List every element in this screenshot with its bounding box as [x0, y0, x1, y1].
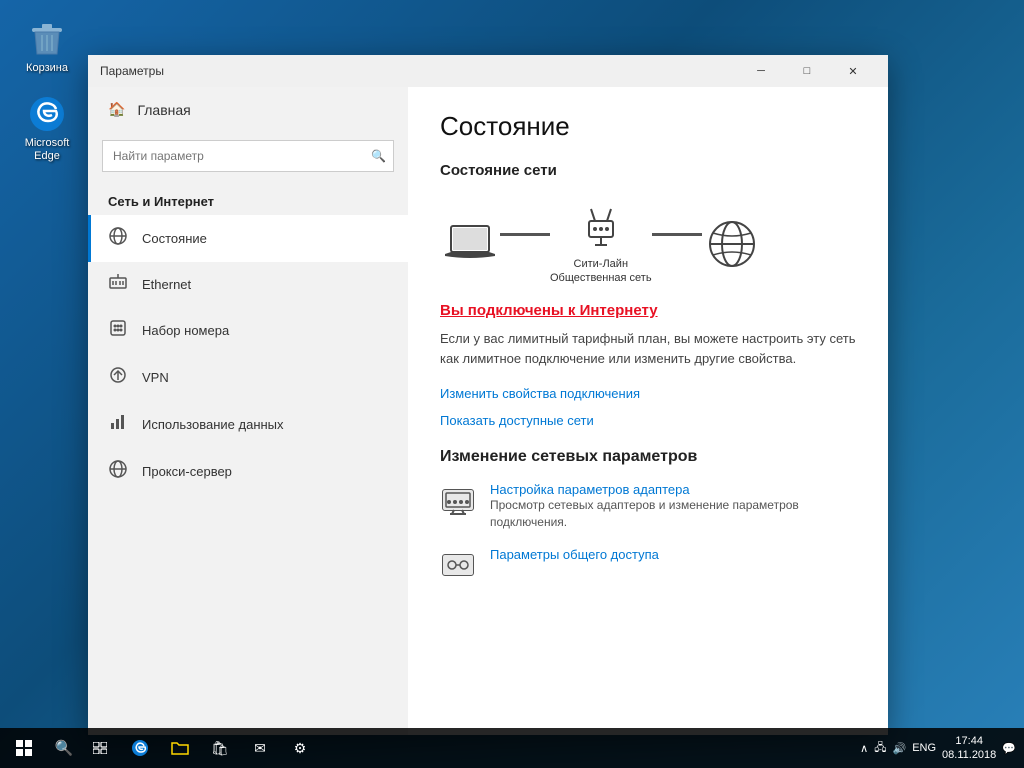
connected-text: Вы подключены к Интернету — [440, 302, 856, 329]
adapter-title[interactable]: Настройка параметров адаптера — [490, 482, 830, 497]
status-icon — [108, 227, 128, 250]
home-icon: 🏠 — [108, 101, 125, 118]
adapter-icon — [440, 482, 476, 518]
taskbar-clock: 17:44 08.11.2018 — [942, 734, 996, 763]
net-line-2 — [652, 233, 702, 236]
adapter-desc: Просмотр сетевых адаптеров и изменение п… — [490, 497, 830, 531]
sidebar-search-container: 🔍 — [102, 140, 394, 172]
recycle-bin-icon — [27, 19, 67, 59]
network-status-title: Состояние сети — [440, 162, 856, 179]
taskbar-date-value: 08.11.2018 — [942, 748, 996, 762]
edge-taskbar-button[interactable] — [120, 728, 160, 768]
ethernet-icon — [108, 274, 128, 295]
vpn-icon — [108, 366, 128, 389]
sidebar-item-ethernet[interactable]: Ethernet — [88, 262, 408, 307]
maximize-button[interactable]: □ — [784, 55, 830, 87]
sidebar-home[interactable]: 🏠 Главная — [88, 87, 408, 132]
sidebar: 🏠 Главная 🔍 Сеть и Интернет Состояние — [88, 87, 408, 735]
desktop-icon-edge[interactable]: Microsoft Edge — [12, 90, 82, 167]
window-controls: ─ □ ✕ — [738, 55, 876, 87]
laptop-icon — [440, 219, 500, 269]
sidebar-item-label-vpn: VPN — [142, 370, 169, 385]
adapter-settings-item: Настройка параметров адаптера Просмотр с… — [440, 482, 856, 531]
router-device: Сити-Лайн Общественная сеть — [550, 203, 652, 286]
home-label: Главная — [137, 102, 190, 118]
taskbar-right: ∧ 🖧 🔊 ENG 17:44 08.11.2018 💬 — [860, 734, 1024, 763]
settings-taskbar-button[interactable]: ⚙ — [280, 728, 320, 768]
taskbar-notification[interactable]: 💬 — [1002, 742, 1016, 755]
taskbar: 🔍 🛍 ✉ ⚙ ∧ 🖧 🔊 ENG 17:44 08.11.2018 💬 — [0, 728, 1024, 768]
start-button[interactable] — [0, 728, 48, 768]
sidebar-item-dialup[interactable]: Набор номера — [88, 307, 408, 354]
edge-label: Microsoft Edge — [16, 137, 78, 163]
sidebar-item-status[interactable]: Состояние — [88, 215, 408, 262]
adapter-text: Настройка параметров адаптера Просмотр с… — [490, 482, 830, 531]
taskbar-lang: ENG — [912, 742, 936, 754]
mail-taskbar-button[interactable]: ✉ — [240, 728, 280, 768]
close-button[interactable]: ✕ — [830, 55, 876, 87]
section-divider: Изменение сетевых параметров — [440, 448, 856, 583]
window-title: Параметры — [100, 64, 738, 78]
info-text: Если у вас лимитный тарифный план, вы мо… — [440, 329, 856, 371]
window-titlebar: Параметры ─ □ ✕ — [88, 55, 888, 87]
change-properties-link[interactable]: Изменить свойства подключения — [440, 386, 856, 401]
taskbar-arrow-up[interactable]: ∧ — [860, 742, 868, 755]
taskbar-volume-icon: 🔊 — [893, 742, 907, 755]
search-icon: 🔍 — [371, 149, 386, 163]
window-body: 🏠 Главная 🔍 Сеть и Интернет Состояние — [88, 87, 888, 735]
change-section-title: Изменение сетевых параметров — [440, 448, 856, 466]
show-networks-link[interactable]: Показать доступные сети — [440, 413, 856, 428]
page-title: Состояние — [440, 111, 856, 142]
sidebar-item-vpn[interactable]: VPN — [88, 354, 408, 401]
search-input[interactable] — [102, 140, 394, 172]
desktop-icon-recycle-bin[interactable]: Корзина — [12, 15, 82, 79]
laptop-device — [440, 219, 500, 269]
taskbar-network-icon: 🖧 — [874, 739, 886, 758]
sidebar-item-label-data-usage: Использование данных — [142, 417, 284, 432]
recycle-bin-label: Корзина — [26, 62, 68, 75]
sidebar-item-proxy[interactable]: Прокси-сервер — [88, 448, 408, 495]
settings-window: Параметры ─ □ ✕ 🏠 Главная 🔍 — [88, 55, 888, 735]
content-area: Состояние Состояние сети — [408, 87, 888, 735]
edge-icon — [27, 94, 67, 134]
network-diagram: Сити-Лайн Общественная сеть — [440, 195, 856, 294]
desktop: Корзина Microsoft Edge Параметры ─ □ ✕ — [0, 0, 1024, 768]
sidebar-item-label-dialup: Набор номера — [142, 323, 229, 338]
taskbar-search-button[interactable]: 🔍 — [48, 728, 80, 768]
sharing-settings-item: Параметры общего доступа — [440, 547, 856, 583]
sidebar-item-label-proxy: Прокси-сервер — [142, 464, 232, 479]
minimize-button[interactable]: ─ — [738, 55, 784, 87]
router-icon — [571, 203, 631, 253]
sidebar-item-label-status: Состояние — [142, 231, 207, 246]
sidebar-item-data-usage[interactable]: Использование данных — [88, 401, 408, 448]
globe-device — [702, 219, 762, 269]
taskbar-time-value: 17:44 — [942, 734, 996, 748]
provider-label: Сити-Лайн Общественная сеть — [550, 257, 652, 286]
net-line-1 — [500, 233, 550, 236]
dialup-icon — [108, 319, 128, 342]
store-taskbar-button[interactable]: 🛍 — [200, 728, 240, 768]
globe-icon — [702, 219, 762, 269]
sharing-title[interactable]: Параметры общего доступа — [490, 547, 659, 562]
proxy-icon — [108, 460, 128, 483]
data-usage-icon — [108, 413, 128, 436]
sharing-icon — [440, 547, 476, 583]
sharing-text: Параметры общего доступа — [490, 547, 659, 562]
task-view-button[interactable] — [80, 728, 120, 768]
sidebar-item-label-ethernet: Ethernet — [142, 277, 191, 292]
explorer-taskbar-button[interactable] — [160, 728, 200, 768]
sidebar-category: Сеть и Интернет — [88, 180, 408, 215]
